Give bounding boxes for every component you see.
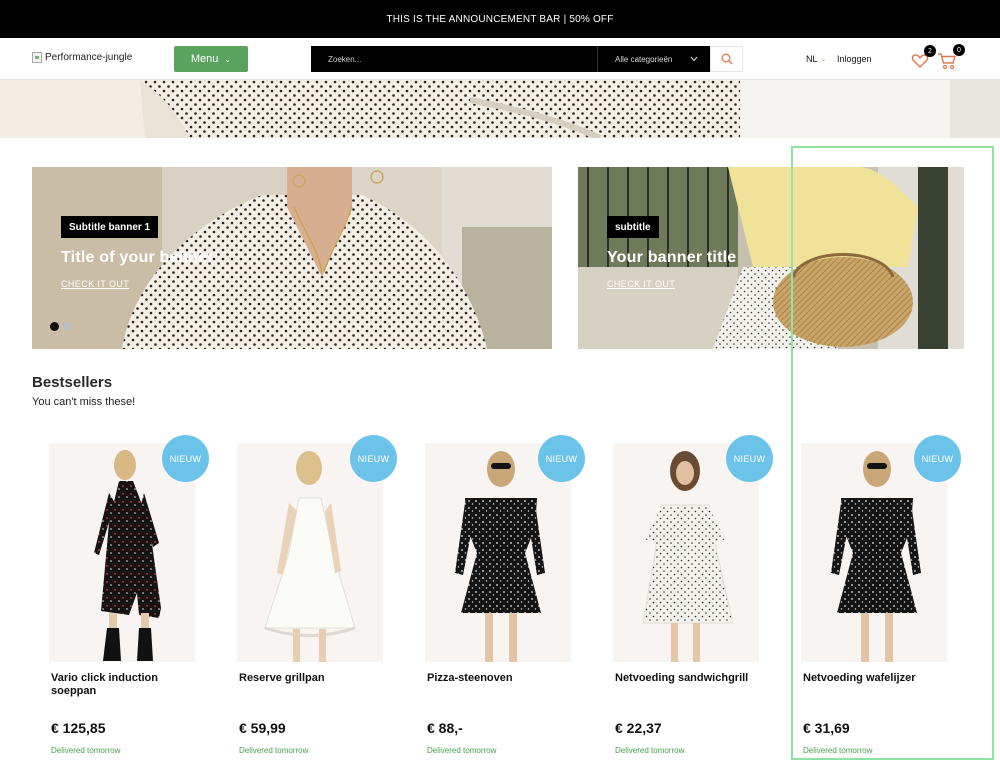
banner-title: Your banner title (607, 249, 737, 266)
delivery-info: Delivered tomorrow (615, 746, 685, 755)
product-price: € 59,99 (239, 720, 286, 736)
new-badge: NIEUW (350, 435, 397, 482)
promo-banner-2[interactable]: subtitle Your banner title CHECK IT OUT (578, 167, 964, 349)
delivery-info: Delivered tomorrow (427, 746, 497, 755)
new-badge: NIEUW (538, 435, 585, 482)
language-selector[interactable]: NL ⌄ (806, 54, 826, 64)
carousel-dot[interactable] (62, 322, 71, 331)
search-bar: Zoeken... Alle categorieën (311, 46, 743, 72)
product-name[interactable]: Vario click induction soeppan (51, 672, 201, 698)
logo-alt-text: Performance-jungle (45, 52, 133, 63)
announcement-text: THIS IS THE ANNOUNCEMENT BAR | 50% OFF (386, 13, 614, 25)
section-subtitle: You can't miss these! (32, 396, 136, 408)
menu-button[interactable]: Menu ⌄ (174, 46, 248, 72)
product-price: € 125,85 (51, 720, 106, 736)
carousel-dot-active[interactable] (50, 322, 59, 331)
product-price: € 88,- (427, 720, 463, 736)
new-badge: NIEUW (162, 435, 209, 482)
product-name[interactable]: Netvoeding wafelijzer (803, 672, 953, 685)
promo-banner-1[interactable]: Subtitle banner 1 Title of your banner C… (32, 167, 552, 349)
banner-subtitle: subtitle (607, 216, 659, 238)
product-price: € 22,37 (615, 720, 662, 736)
banner-subtitle: Subtitle banner 1 (61, 216, 159, 238)
banner-cta-link[interactable]: CHECK IT OUT (607, 279, 675, 289)
search-icon (721, 53, 732, 65)
wishlist-button[interactable]: 2 (911, 45, 936, 70)
search-input[interactable]: Zoeken... (311, 46, 597, 72)
wishlist-count-badge: 2 (924, 45, 936, 57)
product-name[interactable]: Netvoeding sandwichgrill (615, 672, 765, 685)
login-link[interactable]: Inloggen (837, 54, 872, 64)
category-label: Alle categorieën (615, 54, 673, 64)
chevron-down-icon: ⌄ (224, 54, 232, 64)
banner-title: Title of your banner (61, 249, 215, 266)
product-name[interactable]: Pizza-steenoven (427, 672, 577, 685)
banner-cta-link[interactable]: CHECK IT OUT (61, 279, 129, 289)
language-code: NL (806, 54, 818, 64)
search-placeholder: Zoeken... (328, 54, 362, 64)
cart-count-badge: 0 (953, 44, 965, 56)
section-title: Bestsellers (32, 374, 113, 391)
delivery-info: Delivered tomorrow (803, 746, 873, 755)
site-logo[interactable]: Performance-jungle (32, 52, 132, 63)
product-name[interactable]: Reserve grillpan (239, 672, 389, 685)
carousel-dots (50, 322, 71, 331)
announcement-bar: THIS IS THE ANNOUNCEMENT BAR | 50% OFF (0, 0, 1000, 38)
hero-photo (0, 80, 1000, 138)
broken-image-icon (32, 52, 42, 63)
new-badge: NIEUW (914, 435, 961, 482)
category-select[interactable]: Alle categorieën (597, 46, 710, 72)
site-header: Performance-jungle Menu ⌄ Zoeken... Alle… (0, 38, 1000, 80)
new-badge: NIEUW (726, 435, 773, 482)
cart-icon (938, 53, 956, 70)
cart-button[interactable]: 0 (937, 44, 965, 71)
delivery-info: Delivered tomorrow (51, 746, 121, 755)
delivery-info: Delivered tomorrow (239, 746, 309, 755)
search-button[interactable] (710, 46, 743, 72)
product-price: € 31,69 (803, 720, 850, 736)
hero-image (0, 80, 1000, 138)
menu-label: Menu (190, 53, 219, 65)
chevron-down-icon: ⌄ (820, 56, 827, 63)
chevron-down-icon (690, 56, 698, 62)
